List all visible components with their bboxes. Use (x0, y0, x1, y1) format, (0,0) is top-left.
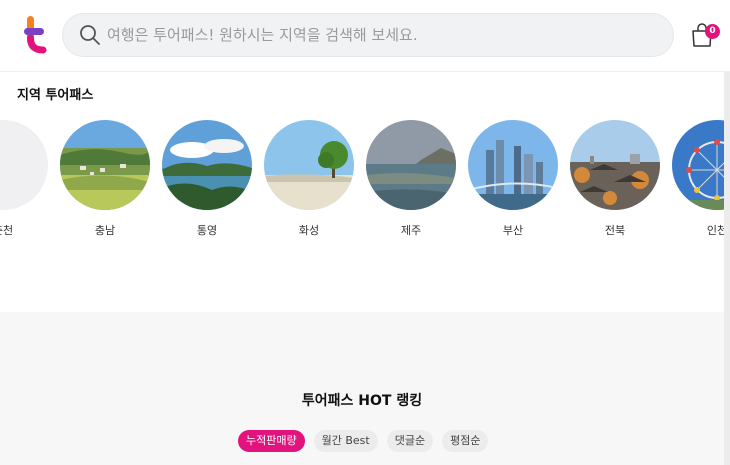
region-image (264, 120, 354, 210)
region-item-chungnam[interactable]: 충남 (60, 120, 152, 250)
region-label: 부산 (502, 224, 524, 237)
region-image (366, 120, 456, 210)
ranking-title: 투어패스 HOT 랭킹 (301, 393, 423, 409)
region-item-jeonbuk[interactable]: 전북 (570, 120, 662, 250)
region-label: 충남 (94, 224, 116, 237)
tab-monthly-best[interactable]: 월간 Best (313, 430, 378, 452)
search-icon (80, 25, 100, 45)
region-item-tongyeong[interactable]: 통영 (162, 120, 254, 250)
search-input[interactable] (107, 26, 667, 44)
region-pass-section: 지역 투어패스 춘천 충남 (0, 72, 724, 312)
region-label: 춘천 (0, 224, 14, 237)
region-section-title: 지역 투어패스 (17, 88, 94, 103)
hot-ranking-section: 투어패스 HOT 랭킹 누적판매량 월간 Best 댓글순 평점순 (0, 312, 724, 465)
region-item-incheon[interactable]: 인천 (672, 120, 724, 250)
header: 0 (0, 0, 730, 72)
region-label: 제주 (400, 224, 422, 237)
tab-by-comments[interactable]: 댓글순 (386, 430, 434, 452)
tab-cumulative-sales[interactable]: 누적판매량 (238, 430, 305, 452)
region-label: 화성 (298, 224, 320, 237)
region-image (672, 120, 724, 210)
region-image (0, 120, 48, 210)
region-image (570, 120, 660, 210)
region-label: 인천 (706, 224, 724, 237)
region-label: 전북 (604, 224, 626, 237)
region-image (162, 120, 252, 210)
ranking-tabs: 누적판매량 월간 Best 댓글순 평점순 (238, 430, 489, 452)
region-item-busan[interactable]: 부산 (468, 120, 560, 250)
region-item-hwaseong[interactable]: 화성 (264, 120, 356, 250)
scrollbar[interactable] (724, 72, 730, 465)
region-item-chuncheon[interactable]: 춘천 (0, 120, 50, 250)
tab-by-rating[interactable]: 평점순 (442, 430, 489, 452)
region-image (60, 120, 150, 210)
region-label: 통영 (196, 224, 218, 237)
region-item-jeju[interactable]: 제주 (366, 120, 458, 250)
tourpass-logo-icon[interactable] (24, 16, 48, 54)
cart-count-badge: 0 (705, 24, 720, 39)
region-image (468, 120, 558, 210)
search-bar[interactable] (62, 13, 674, 57)
